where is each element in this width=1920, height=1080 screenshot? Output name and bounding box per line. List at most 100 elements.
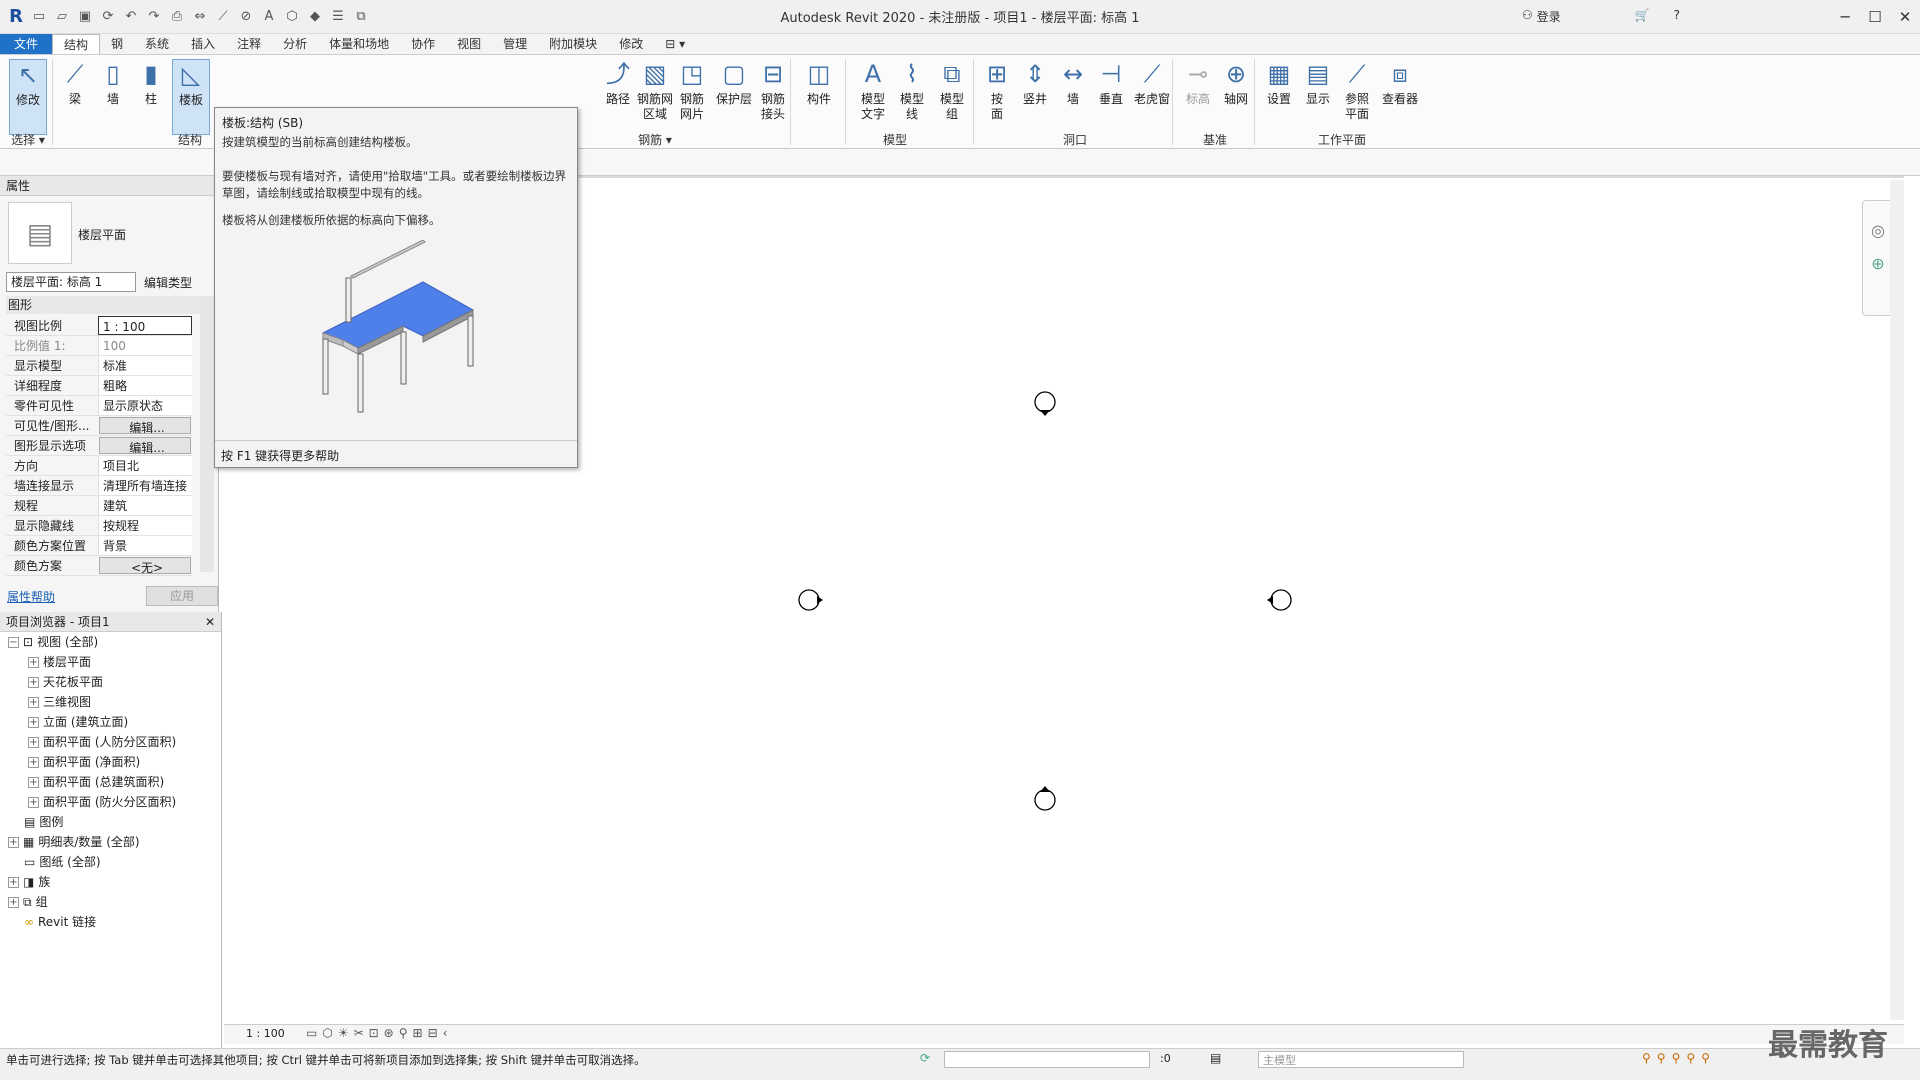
maximize-icon[interactable]: ☐	[1860, 8, 1890, 26]
tree-item[interactable]: + 面积平面 (防火分区面积)	[28, 792, 176, 812]
wall-opening-button[interactable]: ↔ 墙	[1054, 59, 1092, 107]
tree-item[interactable]: + 立面 (建筑立面)	[28, 712, 128, 732]
properties-scrollbar[interactable]	[200, 296, 214, 572]
redo-icon[interactable]: ↷	[144, 6, 164, 26]
expand-icon[interactable]: +	[8, 896, 19, 908]
vertical-scrollbar[interactable]	[1890, 180, 1904, 1020]
expand-icon[interactable]: +	[28, 716, 39, 728]
help-icon[interactable]: ?	[1674, 8, 1680, 25]
tag-icon[interactable]: ⊘	[236, 6, 256, 26]
beam-button[interactable]: ⟋ 梁	[56, 59, 94, 107]
close-icon[interactable]: ✕	[205, 612, 215, 632]
design-options-icon[interactable]: ▤	[1210, 1051, 1221, 1065]
component-button[interactable]: ◫ 构件	[800, 59, 838, 107]
revit-logo-icon[interactable]: R	[6, 6, 26, 27]
sync-icon[interactable]: ⟳	[98, 6, 118, 26]
tree-item[interactable]: ∞ Revit 链接	[24, 912, 96, 932]
steering-wheel-icon[interactable]: ◎	[1863, 221, 1893, 240]
expand-icon[interactable]: +	[28, 796, 39, 808]
close-hidden-icon[interactable]: ☰	[328, 6, 348, 26]
view-control-icons[interactable]: ▭⬡☀✂⊡⊛⚲⊞⊟‹	[306, 1026, 452, 1040]
dormer-button[interactable]: ⟋ 老虎窗	[1130, 59, 1174, 107]
worksets-icon[interactable]: ⟳	[920, 1051, 930, 1065]
edit-type-button[interactable]: 编辑类型	[144, 274, 192, 291]
cart-icon[interactable]: 🛒	[1635, 8, 1650, 25]
fabric-sheet-button[interactable]: ◳ 钢筋 网片	[673, 59, 711, 122]
properties-help-link[interactable]: 属性帮助	[7, 588, 55, 605]
wall-button[interactable]: ▯ 墙	[94, 59, 132, 107]
tree-item[interactable]: + 天花板平面	[28, 672, 103, 692]
elevation-marker-south[interactable]	[1034, 786, 1056, 811]
apply-button[interactable]: 应用	[146, 586, 218, 606]
expand-icon[interactable]: +	[28, 756, 39, 768]
tab-manage[interactable]: 管理	[492, 34, 538, 54]
model-text-button[interactable]: A 模型 文字	[854, 59, 892, 122]
tree-item[interactable]: + 面积平面 (总建筑面积)	[28, 772, 164, 792]
by-face-button[interactable]: ⊞ 按 面	[978, 59, 1016, 122]
tree-item[interactable]: − ⊡ 视图 (全部)	[8, 632, 98, 652]
graphics-group-header[interactable]: 图形	[6, 296, 206, 314]
tree-item[interactable]: + ◨ 族	[8, 872, 50, 892]
tab-massing[interactable]: 体量和场地	[318, 34, 400, 54]
expand-icon[interactable]: +	[28, 696, 39, 708]
shaft-button[interactable]: ⇕ 竖井	[1016, 59, 1054, 107]
elevation-marker-east[interactable]	[1267, 589, 1292, 611]
expand-icon[interactable]: +	[28, 676, 39, 688]
open-folder-icon[interactable]: ▱	[52, 6, 72, 26]
tree-item[interactable]: + 楼层平面	[28, 652, 91, 672]
set-button[interactable]: ▦ 设置	[1260, 59, 1298, 107]
selection-filter-icons[interactable]: ⚲⚲⚲⚲⚲	[1642, 1051, 1716, 1065]
close-icon[interactable]: ✕	[1890, 8, 1920, 26]
tree-item[interactable]: + 面积平面 (人防分区面积)	[28, 732, 176, 752]
minimize-icon[interactable]: ─	[1830, 8, 1860, 26]
level-button[interactable]: ⊸ 标高	[1179, 59, 1217, 107]
elevation-marker-north[interactable]	[1034, 391, 1056, 416]
tab-file[interactable]: 文件	[0, 34, 53, 54]
model-line-button[interactable]: ⌇ 模型 线	[893, 59, 931, 122]
cover-button[interactable]: ▢ 保护层	[712, 59, 756, 107]
login-link[interactable]: 登录	[1537, 8, 1561, 25]
login-area[interactable]: ⚇ 登录 🛒 ?	[1522, 8, 1680, 25]
workset-dropdown[interactable]	[944, 1051, 1150, 1068]
tree-item[interactable]: + 面积平面 (净面积)	[28, 752, 140, 772]
area-reinforcement-button[interactable]: ▧ 钢筋网 区域	[633, 59, 677, 122]
panel-select-label[interactable]: 选择 ▾	[8, 131, 48, 148]
tab-analyze[interactable]: 分析	[272, 34, 318, 54]
collapse-icon[interactable]: −	[8, 636, 19, 648]
3d-view-icon[interactable]: ⬡	[282, 6, 302, 26]
vertical-button[interactable]: ⊣ 垂直	[1092, 59, 1130, 107]
expand-icon[interactable]: +	[28, 656, 39, 668]
tab-structure[interactable]: 结构	[52, 34, 101, 54]
view-selector[interactable]: 楼层平面: 标高 1	[6, 272, 136, 292]
elevation-marker-west[interactable]	[798, 589, 823, 611]
expand-icon[interactable]: +	[8, 836, 19, 848]
coupler-button[interactable]: ⊟ 钢筋 接头	[754, 59, 792, 122]
save-icon[interactable]: ▣	[75, 6, 95, 26]
expand-icon[interactable]: +	[28, 776, 39, 788]
measure-icon[interactable]: ⇔	[190, 6, 210, 26]
grid-button[interactable]: ⊕ 轴网	[1217, 59, 1255, 107]
panel-rebar-label[interactable]: 钢筋 ▾	[630, 131, 680, 148]
scale-selector[interactable]: 1 : 100	[246, 1027, 285, 1040]
tab-systems[interactable]: 系统	[134, 34, 180, 54]
print-icon[interactable]: ⎙	[167, 6, 187, 26]
design-option-dropdown[interactable]: 主模型	[1258, 1051, 1464, 1068]
tab-insert[interactable]: 插入	[180, 34, 226, 54]
modify-button[interactable]: ↖ 修改	[9, 59, 47, 135]
column-button[interactable]: ▮ 柱	[132, 59, 170, 107]
section-icon[interactable]: ◆	[305, 6, 325, 26]
undo-icon[interactable]: ↶	[121, 6, 141, 26]
switch-windows-icon[interactable]: ⧉	[351, 6, 371, 26]
open-icon[interactable]: ▭	[29, 6, 49, 26]
tab-steel[interactable]: 钢	[100, 34, 134, 54]
expand-icon[interactable]: +	[28, 736, 39, 748]
viewer-button[interactable]: ⧈ 查看器	[1376, 59, 1424, 107]
show-button[interactable]: ▤ 显示	[1299, 59, 1337, 107]
tab-modify[interactable]: 修改	[608, 34, 654, 54]
text-icon[interactable]: A	[259, 6, 279, 26]
tree-item[interactable]: + 三维视图	[28, 692, 91, 712]
tab-extra-dropdown[interactable]: ⊟ ▾	[654, 34, 696, 54]
ref-plane-button[interactable]: ⟋ 参照 平面	[1338, 59, 1376, 122]
tab-addins[interactable]: 附加模块	[538, 34, 608, 54]
model-group-button[interactable]: ⧉ 模型 组	[933, 59, 971, 122]
